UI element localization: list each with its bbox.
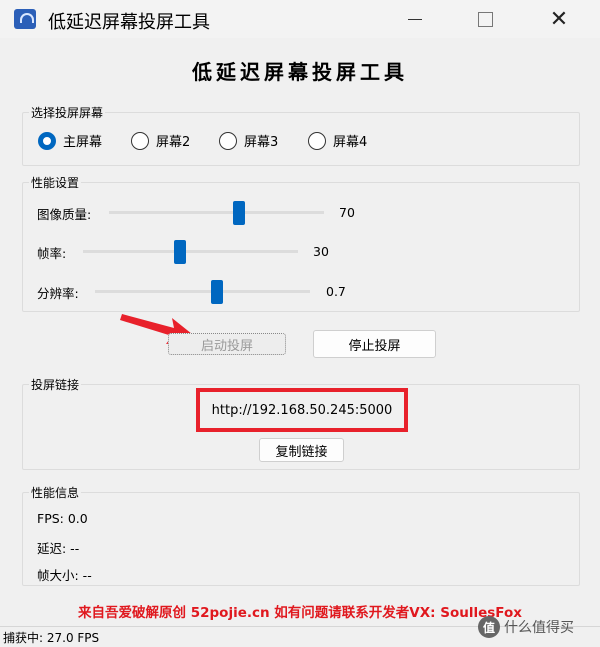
resolution-label: 分辨率: [37, 285, 79, 301]
framerate-label: 帧率: [37, 245, 67, 261]
cast-url-highlight: http://192.168.50.245:5000 [196, 388, 408, 432]
site-watermark: 值 什么值得买 [478, 616, 574, 638]
performance-info-group: 性能信息 FPS: 0.0 延迟: -- 帧大小: -- [22, 484, 580, 586]
perf-group-label: 性能设置 [29, 174, 82, 191]
radio-screen-3[interactable]: 屏幕3 [219, 131, 278, 150]
framerate-slider-thumb[interactable] [174, 240, 186, 264]
fps-readout: FPS: 0.0 [37, 511, 88, 526]
start-cast-button[interactable]: 启动投屏 [168, 333, 286, 355]
quality-slider[interactable] [109, 211, 324, 214]
radio-label: 主屏幕 [63, 135, 103, 150]
radio-main-screen[interactable]: 主屏幕 [38, 131, 102, 150]
info-group-label: 性能信息 [29, 484, 82, 501]
cast-url-text[interactable]: http://192.168.50.245:5000 [212, 403, 393, 418]
quality-label: 图像质量: [37, 206, 92, 222]
frame-size-readout: 帧大小: -- [37, 568, 92, 583]
page-title: 低延迟屏幕投屏工具 [192, 60, 408, 84]
framerate-slider[interactable] [83, 250, 298, 253]
radio-label: 屏幕2 [156, 135, 191, 150]
maximize-icon [477, 11, 493, 27]
radio-selected-icon [38, 131, 56, 150]
link-group-label: 投屏链接 [29, 376, 82, 393]
screen-select-group: 选择投屏屏幕 主屏幕 屏幕2 屏幕3 屏幕4 [22, 104, 580, 166]
quality-value: 70 [339, 205, 355, 220]
quality-slider-thumb[interactable] [233, 201, 245, 225]
framerate-value: 30 [313, 244, 329, 259]
radio-label: 屏幕3 [244, 135, 279, 150]
resolution-slider[interactable] [95, 290, 310, 293]
status-text: 捕获中: 27.0 FPS [3, 631, 100, 645]
window-title: 低延迟屏幕投屏工具 [48, 12, 210, 33]
radio-unselected-icon [131, 131, 149, 150]
radio-screen-4[interactable]: 屏幕4 [308, 131, 367, 150]
resolution-value: 0.7 [326, 284, 346, 299]
watermark-text: 什么值得买 [504, 620, 574, 636]
stop-cast-button[interactable]: 停止投屏 [313, 330, 436, 358]
watermark-logo-icon: 值 [478, 616, 500, 638]
performance-settings-group: 性能设置 图像质量: 70 帧率: 30 分辨率: 0.7 [22, 174, 580, 312]
latency-readout: 延迟: -- [37, 541, 80, 556]
screen-group-label: 选择投屏屏幕 [29, 104, 106, 121]
radio-unselected-icon [308, 131, 326, 150]
minimize-button[interactable] [386, 0, 444, 38]
close-icon: ✕ [549, 6, 569, 32]
radio-screen-2[interactable]: 屏幕2 [131, 131, 190, 150]
app-cast-icon [14, 9, 36, 29]
maximize-button[interactable] [456, 0, 514, 38]
resolution-slider-thumb[interactable] [211, 280, 223, 304]
close-button[interactable]: ✕ [530, 0, 588, 38]
radio-unselected-icon [219, 131, 237, 150]
minimize-icon [408, 18, 422, 20]
copy-link-button[interactable]: 复制链接 [259, 438, 344, 462]
window-titlebar: 低延迟屏幕投屏工具 ✕ [0, 0, 600, 38]
radio-label: 屏幕4 [333, 135, 368, 150]
